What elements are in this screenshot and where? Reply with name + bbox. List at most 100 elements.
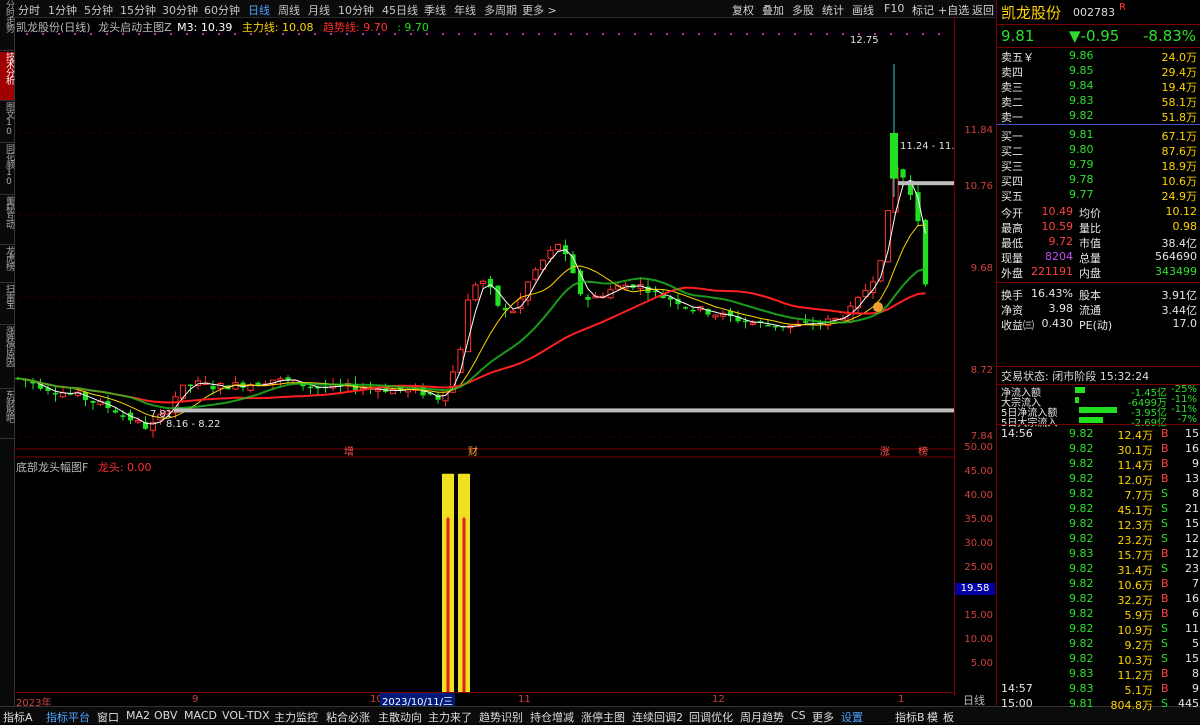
- multistock-button[interactable]: 多股: [792, 2, 814, 18]
- period-weekly[interactable]: 周线: [278, 2, 300, 18]
- price-change-pct: -8.83%: [1143, 27, 1197, 45]
- vtab-dragon-tiger[interactable]: 龙虎榜: [0, 246, 14, 283]
- tick-row: 14:57 9.83 5.1万 B 9: [997, 681, 1200, 697]
- indicator-tab[interactable]: VOL-TDX: [222, 709, 270, 722]
- tick-side: S: [1161, 517, 1168, 530]
- orderbook-row[interactable]: 卖三 9.84 19.4万: [997, 78, 1200, 94]
- tick-count: 13: [1185, 472, 1199, 485]
- flow-bar: [1075, 387, 1085, 393]
- stat-label: PE(动): [1079, 319, 1113, 332]
- period-fenshi[interactable]: 分时: [18, 2, 40, 18]
- back-button[interactable]: 返回: [972, 2, 994, 18]
- tick-side: B: [1161, 592, 1169, 605]
- tick-side: S: [1161, 502, 1168, 515]
- period-more[interactable]: 更多 >: [522, 2, 557, 18]
- draw-button[interactable]: 画线: [852, 2, 874, 18]
- tick-list[interactable]: 14:56 9.82 12.4万 B 15 9.82 30.1万 B 16 9.82 11.4万 B 9…: [997, 425, 1200, 712]
- orderbook-row[interactable]: 卖五￥ 9.86 24.0万: [997, 48, 1200, 64]
- left-vertical-tabs: 分时走势 技术分析 图文10 同花顺10 董秘互动 龙虎榜 扫雷宝 涨跌停原因 …: [0, 0, 15, 723]
- time-tick: 1: [898, 694, 905, 705]
- vtab-intraday[interactable]: 分时走势: [0, 0, 14, 51]
- chart-indicator-name[interactable]: 龙头启动主图Z: [98, 21, 172, 34]
- overlay-button[interactable]: 叠加: [762, 2, 784, 18]
- tick-side: S: [1161, 562, 1168, 575]
- candle-body: [772, 325, 779, 328]
- period-year[interactable]: 年线: [454, 2, 476, 18]
- tick-side: S: [1161, 637, 1168, 650]
- orderbook-row[interactable]: 卖一 9.82 51.8万: [997, 108, 1200, 124]
- vtab-limit-reason[interactable]: 涨跌停原因: [0, 326, 14, 389]
- mark-button[interactable]: 标记: [912, 2, 934, 18]
- add-watchlist-button[interactable]: +自选: [938, 2, 969, 18]
- period-5min[interactable]: 5分钟: [84, 2, 113, 18]
- indicator-tab[interactable]: MACD: [184, 709, 217, 722]
- orderbook-row[interactable]: 买三 9.79 18.9万: [997, 157, 1200, 173]
- tick-row: 9.82 30.1万 B 16: [997, 441, 1200, 457]
- stats-button[interactable]: 统计: [822, 2, 844, 18]
- orderbook-row[interactable]: 买二 9.80 87.6万: [997, 142, 1200, 158]
- orderbook-price: 9.82: [1069, 109, 1094, 122]
- signal-dot: [442, 33, 444, 35]
- support-line: [174, 408, 954, 413]
- f10-button[interactable]: F10: [884, 2, 904, 15]
- orderbook-row[interactable]: 卖二 9.83 58.1万: [997, 93, 1200, 109]
- candle-body: [749, 322, 757, 325]
- vtab-ths[interactable]: 同花顺10: [0, 144, 14, 195]
- orderbook-volume: 24.9万: [1161, 190, 1198, 203]
- period-1min[interactable]: 1分钟: [48, 2, 77, 18]
- candlestick-chart[interactable]: 12.757.818.16 - 8.2211.24 - 11.1增财涨榜 凯龙股…: [14, 17, 954, 693]
- stats-row: 今开 10.49 均价 10.12: [997, 204, 1200, 220]
- candle-body: [187, 384, 194, 387]
- main-force-label: 主力线: 10.08: [241, 21, 314, 34]
- fuquan-button[interactable]: 复权: [732, 2, 754, 18]
- period-15min[interactable]: 15分钟: [120, 2, 156, 18]
- candle-body: [90, 401, 96, 403]
- tick-price: 9.82: [1069, 577, 1094, 590]
- tick-count: 6: [1192, 607, 1199, 620]
- candle-body: [52, 392, 59, 395]
- vtab-text[interactable]: 图文10: [0, 102, 14, 143]
- period-multi[interactable]: 多周期: [484, 2, 517, 18]
- sub-indicator-name[interactable]: 底部龙头幅图F: [16, 461, 88, 474]
- tick-price: 9.82: [1069, 592, 1094, 605]
- vtab-secretary[interactable]: 董秘互动: [0, 196, 14, 245]
- tick-price: 9.83: [1069, 547, 1094, 560]
- orderbook-row[interactable]: 买四 9.78 10.6万: [997, 172, 1200, 188]
- stat-value: 564690: [1155, 250, 1197, 263]
- period-daily[interactable]: 日线: [248, 2, 270, 18]
- orderbook-row[interactable]: 买一 9.81 67.1万: [997, 127, 1200, 143]
- candle-body: [690, 309, 696, 312]
- tick-count: 16: [1185, 592, 1199, 605]
- sub-chart-header: 底部龙头幅图F 龙头: 0.00: [16, 459, 152, 475]
- indicator-tab[interactable]: OBV: [154, 709, 177, 722]
- period-quarter[interactable]: 季线: [424, 2, 446, 18]
- sub-indicator-value: 龙头: 0.00: [97, 461, 152, 474]
- candle-body: [277, 378, 284, 381]
- orderbook-row[interactable]: 买五 9.77 24.9万: [997, 187, 1200, 203]
- signal-dot: [906, 33, 908, 35]
- vtab-technical[interactable]: 技术分析: [0, 52, 14, 101]
- chart-stock-label: 凯龙股份(日线): [16, 21, 91, 34]
- tick-row: 9.82 11.4万 B 9: [997, 456, 1200, 472]
- indicator-tab[interactable]: MA2: [126, 709, 150, 722]
- period-60min[interactable]: 60分钟: [204, 2, 240, 18]
- period-monthly[interactable]: 月线: [308, 2, 330, 18]
- vtab-guba[interactable]: 东财股吧: [0, 390, 14, 439]
- sub-tick: 35.00: [964, 514, 993, 525]
- period-45day[interactable]: 45日线: [382, 2, 418, 18]
- sub-tick: 50.00: [964, 442, 993, 453]
- tick-side: S: [1161, 532, 1168, 545]
- orderbook-price: 9.84: [1069, 79, 1094, 92]
- signal-bar-core: [446, 517, 450, 693]
- candle-body: [682, 307, 689, 309]
- orderbook-row[interactable]: 卖四 9.85 29.4万: [997, 63, 1200, 79]
- candle-body: [479, 280, 487, 285]
- period-30min[interactable]: 30分钟: [162, 2, 198, 18]
- indicator-tab[interactable]: CS: [791, 709, 806, 722]
- stat-label: 外盘: [1001, 267, 1023, 280]
- price-tick: 7.84: [970, 431, 993, 442]
- signal-dot: [810, 33, 812, 35]
- vtab-minesweeper[interactable]: 扫雷宝: [0, 284, 14, 325]
- period-10min[interactable]: 10分钟: [338, 2, 374, 18]
- candle-body: [495, 285, 501, 306]
